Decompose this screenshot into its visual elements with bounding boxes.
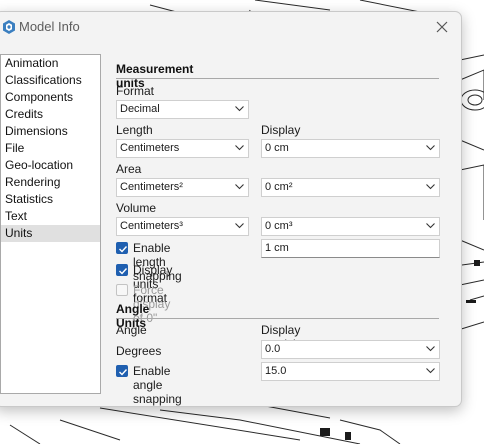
area-precision-select[interactable]: 0 cm² <box>261 178 440 197</box>
sidebar-item-components[interactable]: Components <box>1 89 100 106</box>
length-snapping-input[interactable]: 1 cm <box>261 239 440 258</box>
window-title: Model Info <box>19 19 80 34</box>
format-select-value: Decimal <box>120 103 160 115</box>
volume-label: Volume <box>116 201 157 215</box>
close-icon[interactable] <box>431 16 453 38</box>
section-divider <box>116 78 439 79</box>
length-unit-value: Centimeters <box>120 142 180 154</box>
volume-precision-select[interactable]: 0 cm³ <box>261 217 440 236</box>
sidebar-item-text[interactable]: Text <box>1 208 100 225</box>
angle-precision-value: 0.0 <box>265 343 281 355</box>
angle-snapping-checkbox[interactable] <box>116 365 128 377</box>
angle-label: Angle <box>116 323 147 337</box>
sidebar-item-dimensions[interactable]: Dimensions <box>1 123 100 140</box>
area-precision-value: 0 cm² <box>265 181 293 193</box>
chevron-down-icon <box>235 145 244 151</box>
length-precision-select[interactable]: 0 cm <box>261 139 440 158</box>
sidebar-item-statistics[interactable]: Statistics <box>1 191 100 208</box>
sidebar-item-classifications[interactable]: Classifications <box>1 72 100 89</box>
format-select[interactable]: Decimal <box>116 100 249 119</box>
chevron-down-icon <box>426 346 435 352</box>
chevron-down-icon <box>235 106 244 112</box>
checkmark-icon <box>119 268 128 275</box>
area-unit-value: Centimeters² <box>120 181 183 193</box>
volume-precision-value: 0 cm³ <box>265 220 293 232</box>
force-display-checkbox <box>116 284 128 296</box>
volume-unit-value: Centimeters³ <box>120 220 183 232</box>
length-snapping-checkbox[interactable] <box>116 242 128 254</box>
chevron-down-icon <box>235 223 244 229</box>
sidebar-item-rendering[interactable]: Rendering <box>1 174 100 191</box>
category-list[interactable]: Animation Classifications Components Cre… <box>0 54 101 394</box>
angle-precision-select[interactable]: 0.0 <box>261 340 440 359</box>
chevron-down-icon <box>426 223 435 229</box>
angle-unit-value: Degrees <box>116 344 162 358</box>
length-label: Length <box>116 123 153 137</box>
volume-unit-select[interactable]: Centimeters³ <box>116 217 249 236</box>
checkmark-icon <box>119 246 128 253</box>
display-units-checkbox[interactable] <box>116 264 128 276</box>
sidebar-item-units[interactable]: Units <box>1 225 100 242</box>
chevron-down-icon <box>426 145 435 151</box>
angle-snapping-value: 15.0 <box>265 365 287 377</box>
chevron-down-icon <box>426 184 435 190</box>
length-unit-select[interactable]: Centimeters <box>116 139 249 158</box>
sidebar-item-file[interactable]: File <box>1 140 100 157</box>
chevron-down-icon <box>426 368 435 374</box>
section-divider <box>116 318 439 319</box>
checkmark-icon <box>119 369 128 376</box>
sidebar-item-credits[interactable]: Credits <box>1 106 100 123</box>
angle-snapping-select[interactable]: 15.0 <box>261 362 440 381</box>
sidebar-item-animation[interactable]: Animation <box>1 55 100 72</box>
format-label: Format <box>116 84 155 98</box>
model-info-dialog: Model Info Animation Classifications Com… <box>0 11 462 407</box>
length-precision-value: 0 cm <box>265 142 289 154</box>
title-bar: Model Info <box>0 12 461 42</box>
chevron-down-icon <box>235 184 244 190</box>
area-unit-select[interactable]: Centimeters² <box>116 178 249 197</box>
angle-snapping-label: Enable angle snapping <box>133 364 182 406</box>
sidebar-item-geo-location[interactable]: Geo-location <box>1 157 100 174</box>
sketchup-icon <box>3 20 15 34</box>
area-label: Area <box>116 162 142 176</box>
